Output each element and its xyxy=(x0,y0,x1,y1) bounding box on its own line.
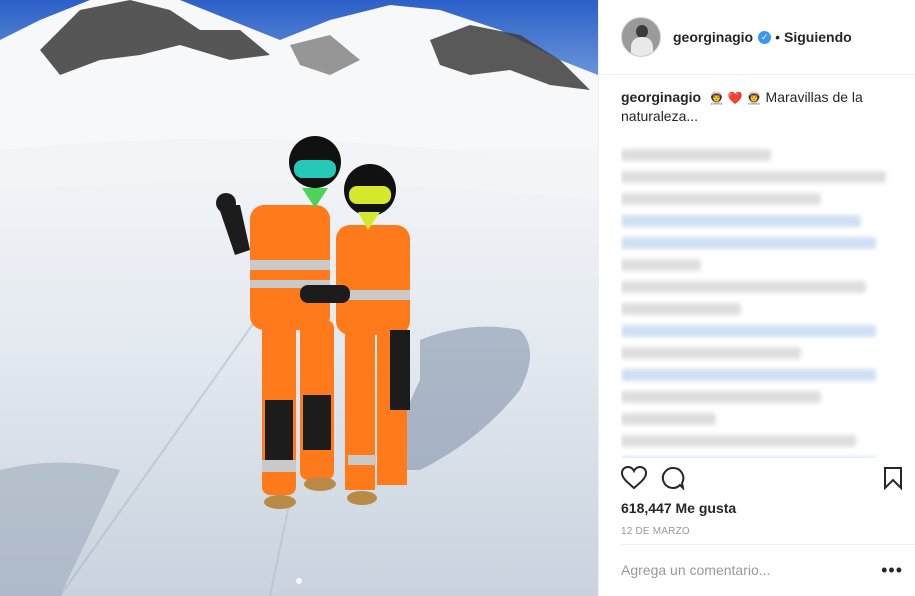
comment-bubble-icon[interactable] xyxy=(661,466,685,490)
comments-section: georginagio 👨‍🚀 ❤️ 👨‍🚀 Maravillas de la … xyxy=(621,88,901,458)
post-caption: georginagio 👨‍🚀 ❤️ 👨‍🚀 Maravillas de la … xyxy=(621,88,901,125)
likes-count[interactable]: 618,447 Me gusta xyxy=(621,500,736,516)
post-sidebar: georginagio ✓ • Siguiendo georginagio 👨‍… xyxy=(598,0,915,596)
header-separator: • xyxy=(775,29,781,45)
post-header: georginagio ✓ • Siguiendo xyxy=(599,0,915,75)
blurred-comment xyxy=(621,237,876,249)
blurred-comment xyxy=(621,413,716,425)
carousel-indicator xyxy=(0,578,598,584)
more-options-icon[interactable]: ••• xyxy=(881,560,903,581)
divider xyxy=(621,544,915,545)
blurred-comment xyxy=(621,259,701,271)
blurred-comment xyxy=(621,193,821,205)
snow-scene-image xyxy=(0,0,598,596)
heart-emoji-icon: ❤️ xyxy=(727,91,743,105)
astronaut-emoji-icon: 👨‍🚀 xyxy=(709,91,724,105)
carousel-dot xyxy=(296,578,302,584)
bookmark-icon[interactable] xyxy=(883,466,903,490)
blurred-comment xyxy=(621,215,861,227)
blurred-comment xyxy=(621,391,821,403)
blurred-comment xyxy=(621,281,866,293)
verified-badge-icon: ✓ xyxy=(758,30,772,44)
blurred-comment xyxy=(621,347,801,359)
comment-input[interactable]: Agrega un comentario... xyxy=(621,562,891,578)
blurred-comment xyxy=(621,435,856,447)
following-button[interactable]: Siguiendo xyxy=(784,29,852,45)
avatar[interactable] xyxy=(621,17,661,57)
instagram-post: georginagio ✓ • Siguiendo georginagio 👨‍… xyxy=(0,0,915,596)
astronaut-emoji-icon: 👨‍🚀 xyxy=(746,91,762,105)
blurred-comment xyxy=(621,457,876,458)
caption-username[interactable]: georginagio xyxy=(621,89,701,105)
heart-icon[interactable] xyxy=(621,466,647,490)
blurred-comment xyxy=(621,149,771,161)
header-username[interactable]: georginagio xyxy=(673,29,753,45)
action-bar xyxy=(621,466,903,494)
blurred-comment xyxy=(621,369,876,381)
post-date[interactable]: 12 DE MARZO xyxy=(621,526,690,537)
post-photo[interactable] xyxy=(0,0,598,596)
avatar-body-shape xyxy=(631,37,653,56)
blurred-comment xyxy=(621,325,876,337)
blurred-comment xyxy=(621,171,886,183)
blurred-comment xyxy=(621,303,741,315)
